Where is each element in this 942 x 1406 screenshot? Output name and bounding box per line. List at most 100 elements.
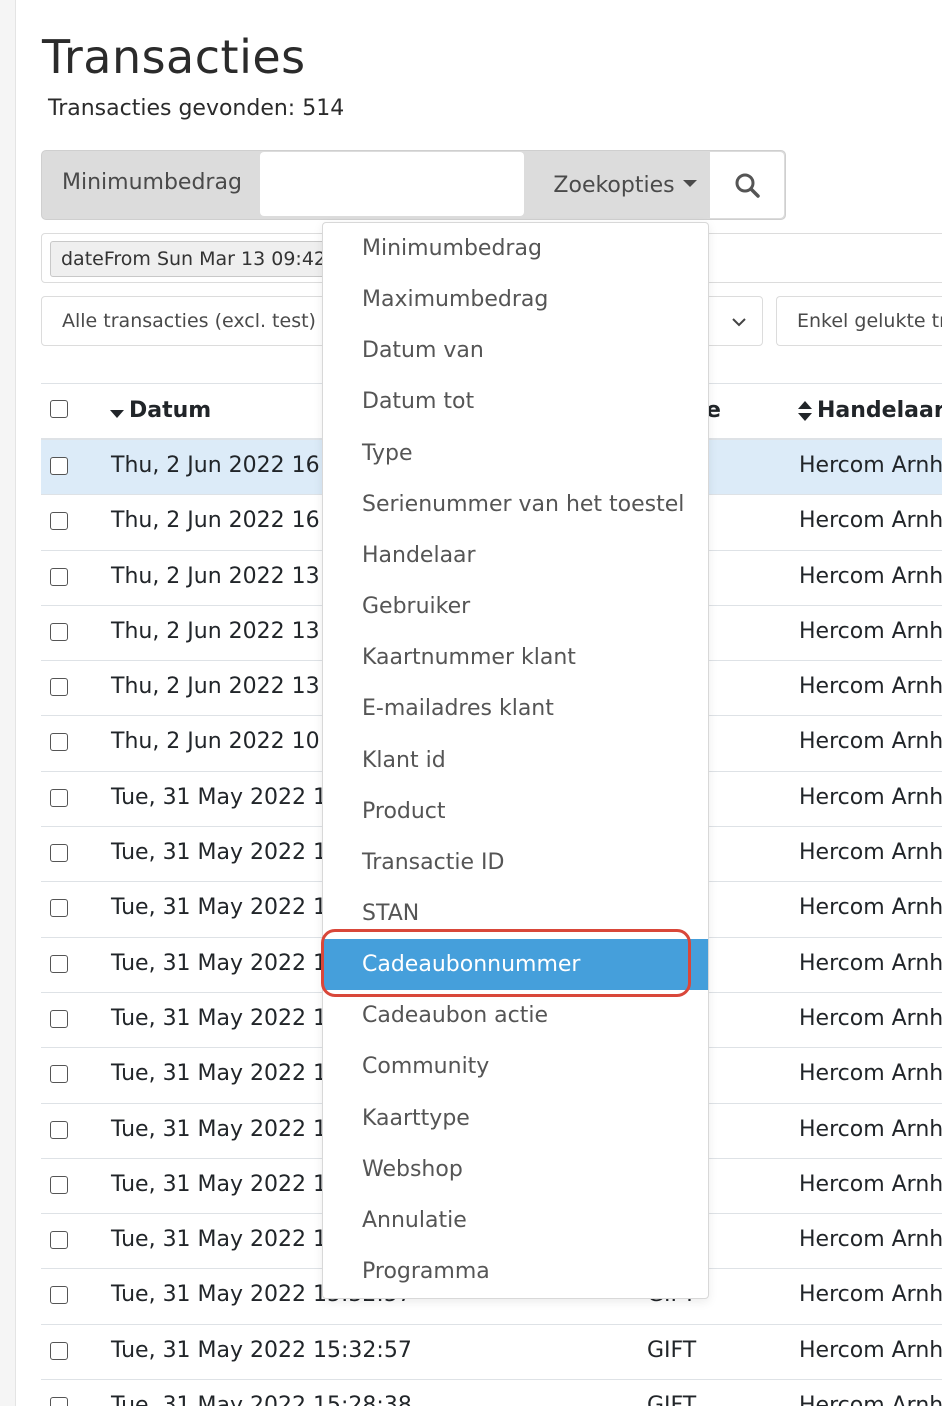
row-checkbox[interactable] bbox=[50, 567, 68, 586]
cell-merchant: Hercom Arnh bbox=[799, 1282, 942, 1308]
cell-date: Tue, 31 May 2022 15 bbox=[111, 895, 342, 921]
cell-date: Tue, 31 May 2022 15:32:57 bbox=[111, 1337, 412, 1363]
cell-date: Tue, 31 May 2022 15:28:38 bbox=[111, 1393, 412, 1406]
cell-date: Thu, 2 Jun 2022 13:5 bbox=[111, 563, 342, 589]
cell-date: Thu, 2 Jun 2022 16:1 bbox=[111, 453, 342, 478]
cell-merchant: Hercom Arnh bbox=[799, 1337, 942, 1363]
row-checkbox[interactable] bbox=[50, 1120, 68, 1139]
sort-icon bbox=[798, 401, 812, 421]
dropdown-item[interactable]: Annulatie bbox=[323, 1195, 708, 1246]
caret-down-icon bbox=[682, 179, 697, 187]
dropdown-item[interactable]: Cadeaubon actie bbox=[323, 990, 708, 1041]
cell-merchant: Hercom Arnh bbox=[799, 618, 942, 644]
row-checkbox[interactable] bbox=[50, 1286, 68, 1305]
row-checkbox[interactable] bbox=[50, 1231, 68, 1250]
search-button[interactable] bbox=[710, 152, 784, 218]
cell-merchant: Hercom Arnh bbox=[799, 950, 942, 976]
row-checkbox[interactable] bbox=[50, 1397, 68, 1406]
cell-date: Tue, 31 May 2022 15 bbox=[111, 950, 342, 976]
cell-type: GIFT bbox=[647, 1337, 697, 1363]
search-options-label: Zoekopties bbox=[553, 172, 675, 198]
cell-merchant: Hercom Arnh bbox=[799, 508, 942, 534]
cell-date: Tue, 31 May 2022 15 bbox=[111, 1005, 342, 1031]
dropdown-item[interactable]: Gebruiker bbox=[323, 581, 708, 632]
cell-date: Tue, 31 May 2022 15 bbox=[111, 840, 342, 866]
row-checkbox[interactable] bbox=[50, 678, 68, 697]
row-checkbox[interactable] bbox=[50, 512, 68, 531]
table-row[interactable]: Tue, 31 May 2022 15:28:38 GIFT Hercom Arnh bbox=[41, 1380, 942, 1406]
status-value: Enkel gelukte tr bbox=[797, 310, 942, 332]
left-sidebar-edge bbox=[0, 0, 16, 1406]
status-select[interactable]: Enkel gelukte tr bbox=[776, 296, 942, 346]
cell-date: Tue, 31 May 2022 15 bbox=[111, 1171, 342, 1197]
column-header-merchant[interactable]: Handelaar bbox=[797, 398, 942, 423]
dropdown-item[interactable]: Cadeaubonnummer bbox=[323, 939, 708, 991]
dropdown-item[interactable]: Programma bbox=[323, 1246, 708, 1297]
cell-date: Tue, 31 May 2022 15 bbox=[111, 1227, 342, 1253]
row-checkbox[interactable] bbox=[50, 1065, 68, 1084]
dropdown-item[interactable]: Minimumbedrag bbox=[323, 223, 708, 274]
dropdown-item[interactable]: Transactie ID bbox=[323, 837, 708, 888]
dropdown-item[interactable]: Datum van bbox=[323, 325, 708, 376]
search-options-menu: Minimumbedrag Maximumbedrag Datum van Datum… bbox=[322, 222, 709, 1299]
cell-merchant: Hercom Arnh bbox=[799, 1116, 942, 1142]
cell-type: GIFT bbox=[647, 1393, 697, 1406]
search-options-dropdown-toggle[interactable]: Zoekopties bbox=[542, 151, 708, 219]
dropdown-item[interactable]: Datum tot bbox=[323, 376, 708, 427]
row-checkbox[interactable] bbox=[50, 1175, 68, 1194]
dropdown-item[interactable]: E-mailadres klant bbox=[323, 683, 708, 734]
chevron-down-icon bbox=[732, 318, 746, 327]
row-checkbox[interactable] bbox=[50, 788, 68, 807]
cell-date: Tue, 31 May 2022 15 bbox=[111, 1116, 342, 1142]
dropdown-item[interactable]: Kaartnummer klant bbox=[323, 632, 708, 683]
cell-merchant: Hercom Arnh bbox=[799, 840, 942, 866]
cell-merchant: Hercom Arnh bbox=[799, 895, 942, 921]
dropdown-item[interactable]: Handelaar bbox=[323, 530, 708, 581]
sort-desc-icon bbox=[110, 410, 124, 418]
cell-date: Thu, 2 Jun 2022 13:0 bbox=[111, 674, 342, 700]
cell-merchant: Hercom Arnh bbox=[799, 563, 942, 589]
search-bar: Minimumbedrag Zoekopties bbox=[41, 150, 786, 220]
cell-date: Thu, 2 Jun 2022 16:0 bbox=[111, 508, 342, 534]
dropdown-item[interactable]: STAN bbox=[323, 888, 708, 939]
column-header-date[interactable]: Datum bbox=[109, 398, 211, 423]
cell-date: Thu, 2 Jun 2022 10:4 bbox=[111, 729, 342, 755]
transactions-count: Transacties gevonden: 514 bbox=[48, 96, 345, 121]
transaction-scope-value: Alle transacties (excl. test) bbox=[62, 310, 316, 332]
cell-merchant: Hercom Arnh bbox=[799, 784, 942, 810]
cell-date: Tue, 31 May 2022 15 bbox=[111, 1061, 342, 1087]
dropdown-item[interactable]: Webshop bbox=[323, 1144, 708, 1195]
row-checkbox[interactable] bbox=[50, 733, 68, 752]
row-checkbox[interactable] bbox=[50, 622, 68, 641]
cell-merchant: Hercom Arnh bbox=[799, 1061, 942, 1087]
search-field-label: Minimumbedrag bbox=[62, 170, 242, 195]
row-checkbox[interactable] bbox=[50, 954, 68, 973]
select-all-checkbox[interactable] bbox=[50, 400, 68, 418]
search-icon bbox=[735, 173, 760, 198]
search-input[interactable] bbox=[260, 152, 524, 216]
row-checkbox[interactable] bbox=[50, 899, 68, 918]
cell-date: Thu, 2 Jun 2022 13:2 bbox=[111, 618, 342, 644]
dropdown-item[interactable]: Type bbox=[323, 428, 708, 479]
page-title: Transacties bbox=[42, 30, 306, 84]
filter-chip[interactable]: dateFrom Sun Mar 13 09:42: bbox=[50, 241, 344, 277]
row-checkbox[interactable] bbox=[50, 457, 68, 475]
cell-merchant: Hercom Arnh bbox=[799, 729, 942, 755]
cell-merchant: Hercom Arnh bbox=[799, 1005, 942, 1031]
row-checkbox[interactable] bbox=[50, 1341, 68, 1360]
dropdown-item[interactable]: Kaarttype bbox=[323, 1093, 708, 1144]
dropdown-item[interactable]: Maximumbedrag bbox=[323, 274, 708, 325]
table-row[interactable]: Tue, 31 May 2022 15:32:57 GIFT Hercom Arnh bbox=[41, 1325, 942, 1381]
row-checkbox[interactable] bbox=[50, 844, 68, 863]
cell-merchant: Hercom Arnh bbox=[799, 453, 942, 478]
cell-merchant: Hercom Arnh bbox=[799, 674, 942, 700]
dropdown-item[interactable]: Community bbox=[323, 1041, 708, 1092]
dropdown-item[interactable]: Serienummer van het toestel bbox=[323, 479, 708, 530]
dropdown-item[interactable]: Product bbox=[323, 786, 708, 837]
cell-merchant: Hercom Arnh bbox=[799, 1171, 942, 1197]
cell-date: Tue, 31 May 2022 15 bbox=[111, 784, 342, 810]
row-checkbox[interactable] bbox=[50, 1009, 68, 1028]
cell-merchant: Hercom Arnh bbox=[799, 1227, 942, 1253]
cell-merchant: Hercom Arnh bbox=[799, 1393, 942, 1406]
dropdown-item[interactable]: Klant id bbox=[323, 735, 708, 786]
